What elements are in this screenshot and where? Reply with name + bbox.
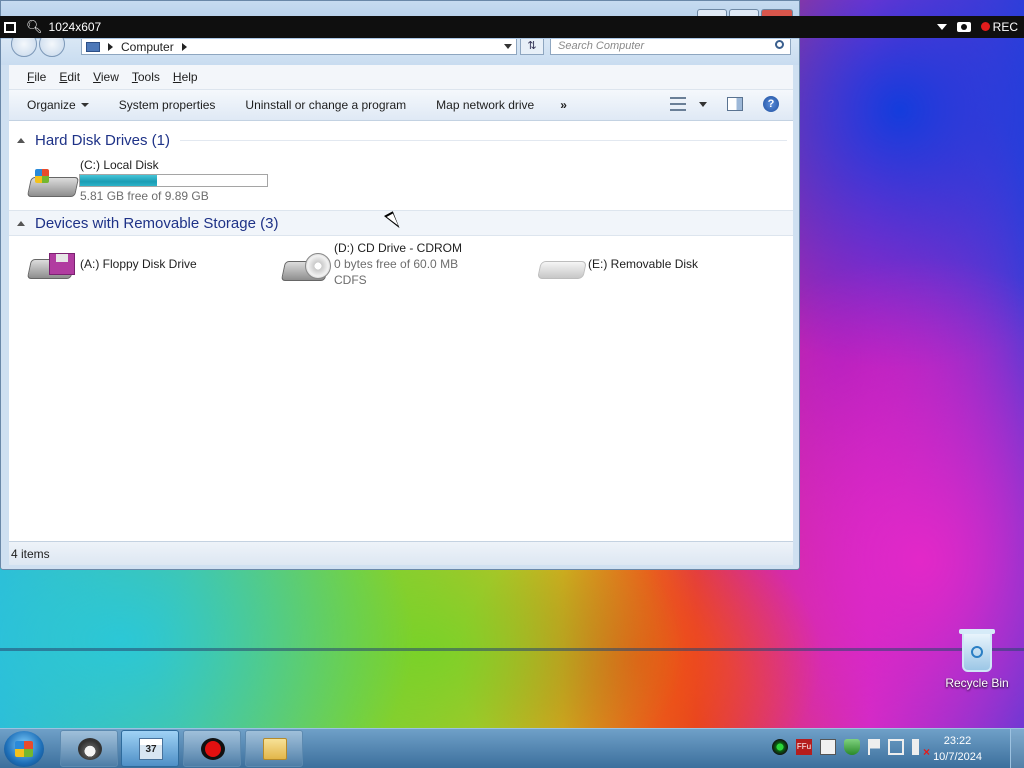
drive-c-name: (C:) Local Disk [80,158,159,172]
item-count: 4 items [11,547,50,561]
drive-d-filesystem: CDFS [334,273,367,287]
show-desktop-button[interactable] [1010,729,1024,768]
status-bar: 4 items [9,541,793,565]
taskbar-app-raccoon[interactable] [60,730,118,767]
floppy-drive-icon [26,253,76,279]
recycle-bin[interactable]: Recycle Bin [942,629,1012,690]
desktop-line [0,648,1024,651]
shield-icon[interactable] [844,739,860,755]
calendar-day: 37 [145,744,157,755]
search-input[interactable]: Search Computer [550,39,791,55]
drive-e-name: (E:) Removable Disk [588,257,699,271]
search-icon[interactable] [775,40,784,49]
view-list-icon [670,97,686,111]
recycle-bin-icon [959,629,995,672]
removable-disk-icon [537,261,587,279]
address-row: Computer ⇅ Search Computer [1,31,799,65]
change-view-button[interactable] [670,97,707,111]
address-bar[interactable]: Computer [81,39,517,55]
drive-d[interactable]: (D:) CD Drive - CDROM 0 bytes free of 60… [263,241,513,291]
dropdown-triangle-icon[interactable] [936,24,947,30]
volume-muted-icon[interactable] [912,739,930,759]
explorer-window: Computer ⇅ Search Computer File Edit Vie… [0,0,800,570]
menu-bar: File Edit View Tools Help [9,65,793,90]
camera-icon[interactable] [956,22,971,32]
magnifier-icon[interactable]: 🔍︎ [26,19,43,35]
taskbar-app-explorer[interactable] [245,730,303,767]
record-dot-icon [980,22,990,31]
raccoon-icon [78,738,102,760]
computer-icon [86,41,100,52]
action-center-flag-icon[interactable] [868,739,880,755]
overlay-controls: REC [936,20,1024,34]
menu-view[interactable]: View [93,70,119,84]
group-title: Hard Disk Drives (1) [35,131,171,149]
drive-a-name: (A:) Floppy Disk Drive [80,257,197,271]
group-divider [288,223,787,224]
drive-a[interactable]: (A:) Floppy Disk Drive [9,241,259,287]
drive-e[interactable]: (E:) Removable Disk [517,241,767,287]
drive-c-free-space: 5.81 GB free of 9.89 GB [80,189,209,203]
chevron-down-icon [699,101,707,107]
chevron-down-icon [80,103,89,107]
clock-date: 10/7/2024 [933,751,982,763]
refresh-button[interactable]: ⇅ [520,39,544,55]
group-title: Devices with Removable Storage (3) [35,214,279,232]
ffu-icon[interactable]: FFu [796,739,812,755]
group-divider [180,139,787,141]
drive-c-capacity-fill [80,175,157,186]
calendar-icon: 37 [139,738,163,760]
rec-indicator[interactable]: REC [980,20,1018,34]
preview-pane-icon[interactable] [727,97,743,111]
organize-label: Organize [27,98,76,112]
file-view: Hard Disk Drives (1) (C:) Local Disk 5.8… [9,121,793,541]
drive-c[interactable]: (C:) Local Disk 5.81 GB free of 9.89 GB [9,155,279,205]
taskbar-app-recorder[interactable] [183,730,241,767]
menu-help[interactable]: Help [173,70,198,84]
toolbar-right: ? [670,96,779,112]
cd-drive-icon [280,253,331,281]
book-icon[interactable] [820,739,836,755]
menu-file[interactable]: File [27,70,46,84]
group-removable-storage[interactable]: Devices with Removable Storage (3) [9,210,793,236]
green-status-icon[interactable] [772,739,788,755]
group-hard-disk-drives[interactable]: Hard Disk Drives (1) [9,127,793,153]
capture-size-label: 1024x607 [48,20,102,34]
map-network-drive-button[interactable]: Map network drive [436,98,534,112]
more-commands-button[interactable]: » [560,98,567,112]
start-button[interactable] [4,731,44,767]
clock-time: 23:22 [943,735,972,747]
rec-label: REC [992,20,1018,34]
menu-edit[interactable]: Edit [59,70,80,84]
network-icon[interactable] [888,739,904,755]
help-icon[interactable]: ? [763,96,779,112]
clock[interactable]: 23:22 10/7/2024 [933,733,982,765]
collapse-arrow-icon[interactable] [17,137,25,143]
address-dropdown-icon[interactable] [504,44,512,49]
system-properties-button[interactable]: System properties [119,98,216,112]
menu-tools[interactable]: Tools [132,70,160,84]
taskbar: 37 FFu 23:22 10/7/2024 [0,728,1024,768]
recycle-bin-label: Recycle Bin [945,676,1009,690]
drive-d-name: (D:) CD Drive - CDROM [334,241,462,255]
region-icon[interactable] [4,21,16,33]
breadcrumb-computer[interactable]: Computer [121,40,174,54]
uninstall-program-button[interactable]: Uninstall or change a program [245,98,406,112]
taskbar-app-calendar[interactable]: 37 [121,730,179,767]
organize-button[interactable]: Organize [27,98,89,112]
hard-drive-icon [26,169,80,197]
breadcrumb-arrow-icon[interactable] [181,42,187,51]
drive-c-capacity-bar [79,174,268,187]
search-placeholder: Search Computer [558,40,645,52]
recording-overlay-bar: 🔍︎ 1024x607 REC [0,16,1024,38]
command-bar: Organize System properties Uninstall or … [9,90,793,121]
folder-icon [263,738,287,760]
collapse-arrow-icon[interactable] [17,220,25,226]
drive-d-free-space: 0 bytes free of 60.0 MB [334,257,459,271]
system-tray: FFu [772,739,930,759]
breadcrumb-arrow-icon[interactable] [108,42,113,51]
record-icon [201,738,225,760]
